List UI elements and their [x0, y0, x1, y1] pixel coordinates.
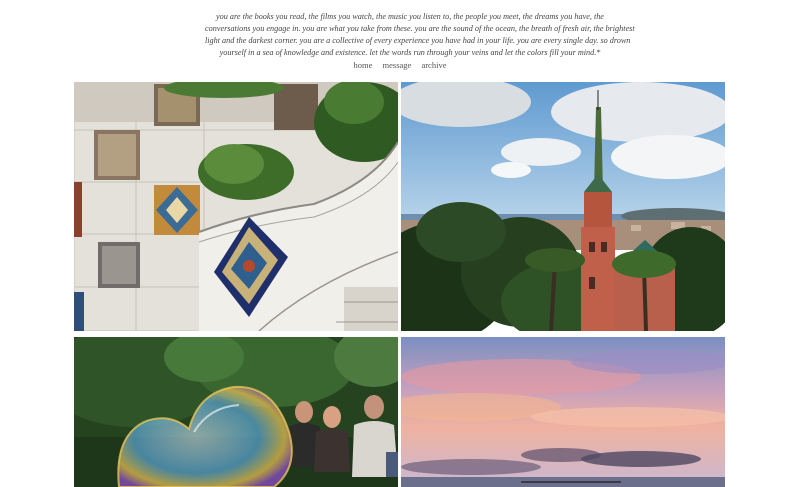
nav-home-link[interactable]: home	[354, 60, 373, 70]
quote-line-2: conversations you engage in. you are wha…	[205, 24, 635, 33]
soap-bubble-photo[interactable]	[74, 337, 398, 487]
nav-message-link[interactable]: message	[383, 60, 412, 70]
mosaic-bench-photo[interactable]	[74, 82, 398, 331]
quote-line-4: yourself in a sea of knowledge and exist…	[219, 48, 601, 57]
city-view-tower-photo[interactable]	[401, 82, 725, 331]
nav-links: home message archive	[0, 60, 800, 70]
sunset-sky-photo[interactable]	[401, 337, 725, 487]
quote-line-3: light and the darkest corner. you are a …	[205, 36, 631, 45]
header-quote: you are the books you read, the films yo…	[205, 11, 635, 59]
nav-archive-link[interactable]: archive	[421, 60, 446, 70]
quote-line-1: you are the books you read, the films yo…	[216, 12, 604, 21]
